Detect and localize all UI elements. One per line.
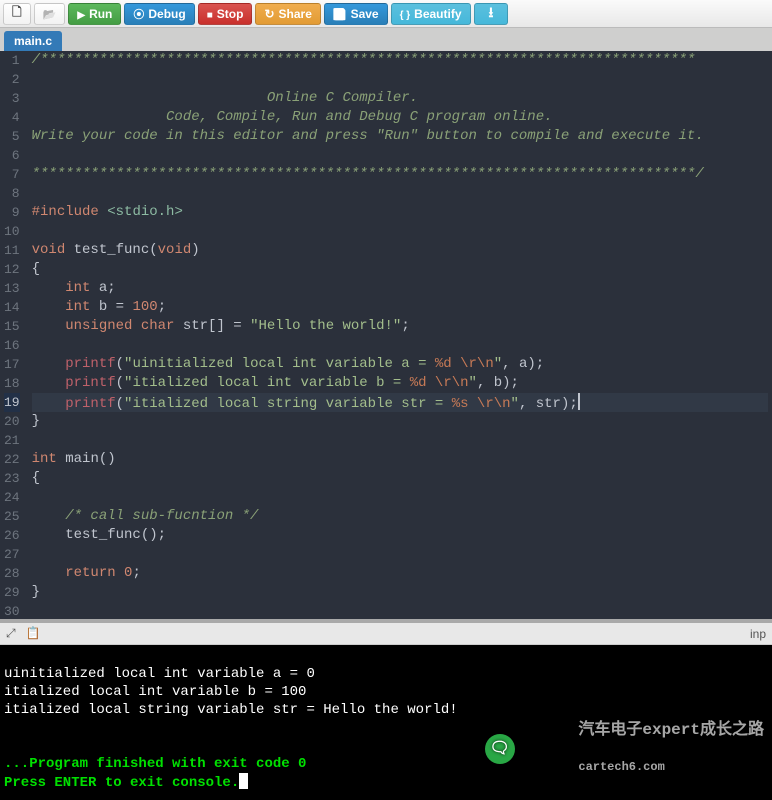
- terminal-right-label: inp: [750, 627, 766, 641]
- terminal-output[interactable]: uinitialized local int variable a = 0 it…: [0, 645, 772, 800]
- braces-icon: [400, 7, 411, 21]
- debug-icon: [133, 6, 144, 22]
- stop-button[interactable]: Stop: [198, 3, 253, 25]
- term-prompt-line: Press ENTER to exit console.: [4, 775, 239, 791]
- code-line[interactable]: [32, 602, 768, 619]
- code-line[interactable]: [32, 70, 768, 89]
- tab-main-c[interactable]: main.c: [4, 31, 62, 51]
- code-line[interactable]: unsigned char str[] = "Hello the world!"…: [32, 317, 768, 336]
- code-line[interactable]: int main(): [32, 450, 768, 469]
- open-file-button[interactable]: [34, 3, 66, 25]
- beautify-label: Beautify: [414, 7, 461, 21]
- open-folder-icon: [43, 7, 57, 21]
- code-line[interactable]: [32, 336, 768, 355]
- code-line[interactable]: /* call sub-fucntion */: [32, 507, 768, 526]
- code-line[interactable]: void test_func(void): [32, 241, 768, 260]
- terminal-cursor: [239, 773, 248, 789]
- main-toolbar: Run Debug Stop Share Save Beautify: [0, 0, 772, 28]
- term-exit-line: ...Program finished with exit code 0: [4, 756, 306, 772]
- tab-bar: main.c: [0, 28, 772, 51]
- code-line[interactable]: return 0;: [32, 564, 768, 583]
- term-line: itialized local int variable b = 100: [4, 684, 315, 700]
- code-line[interactable]: int a;: [32, 279, 768, 298]
- code-line[interactable]: {: [32, 469, 768, 488]
- code-line[interactable]: }: [32, 583, 768, 602]
- code-line[interactable]: }: [32, 412, 768, 431]
- code-line[interactable]: test_func();: [32, 526, 768, 545]
- code-line[interactable]: [32, 431, 768, 450]
- stop-icon: [207, 7, 213, 21]
- code-line[interactable]: Code, Compile, Run and Debug C program o…: [32, 108, 768, 127]
- line-gutter: 1234567891011121314151617181920212223242…: [0, 51, 28, 619]
- term-line: itialized local string variable str = He…: [4, 702, 466, 718]
- stop-label: Stop: [217, 7, 244, 21]
- code-area[interactable]: /***************************************…: [28, 51, 772, 619]
- code-line[interactable]: [32, 222, 768, 241]
- download-button[interactable]: [474, 3, 509, 25]
- term-line: uinitialized local int variable a = 0: [4, 666, 323, 682]
- watermark-text-1: 汽车电子expert成长之路: [578, 721, 764, 739]
- code-line[interactable]: printf("itialized local int variable b =…: [32, 374, 768, 393]
- terminal-toolbar: ⤢ 📋 inp: [0, 623, 772, 645]
- download-icon: [489, 2, 494, 26]
- code-line[interactable]: #include <stdio.h>: [32, 203, 768, 222]
- code-line[interactable]: Write your code in this editor and press…: [32, 127, 768, 146]
- debug-button[interactable]: Debug: [124, 3, 194, 25]
- save-icon: [333, 7, 347, 21]
- watermark-text-2: cartech6.com: [578, 760, 664, 774]
- code-editor[interactable]: 1234567891011121314151617181920212223242…: [0, 51, 772, 619]
- code-line[interactable]: [32, 184, 768, 203]
- share-label: Share: [279, 7, 312, 21]
- code-line[interactable]: /***************************************…: [32, 51, 768, 70]
- code-line[interactable]: printf("itialized local string variable …: [32, 393, 768, 412]
- debug-label: Debug: [148, 7, 185, 21]
- save-label: Save: [351, 7, 379, 21]
- new-file-button[interactable]: [3, 3, 31, 25]
- code-line[interactable]: {: [32, 260, 768, 279]
- run-button[interactable]: Run: [68, 3, 121, 25]
- wechat-icon: 🗨: [485, 734, 515, 764]
- copy-output-icon[interactable]: 📋: [26, 626, 41, 641]
- code-line[interactable]: [32, 146, 768, 165]
- play-icon: [77, 7, 85, 21]
- code-line[interactable]: printf("uinitialized local int variable …: [32, 355, 768, 374]
- expand-terminal-icon[interactable]: ⤢: [6, 626, 16, 641]
- new-file-icon: [12, 3, 22, 24]
- save-button[interactable]: Save: [324, 3, 388, 25]
- beautify-button[interactable]: Beautify: [391, 3, 471, 25]
- code-line[interactable]: ****************************************…: [32, 165, 768, 184]
- share-icon: [264, 7, 274, 21]
- watermark: 🗨 汽车电子expert成长之路 cartech6.com: [485, 703, 764, 794]
- code-line[interactable]: Online C Compiler.: [32, 89, 768, 108]
- share-button[interactable]: Share: [255, 3, 320, 25]
- run-label: Run: [89, 7, 112, 21]
- code-line[interactable]: [32, 545, 768, 564]
- code-line[interactable]: [32, 488, 768, 507]
- code-line[interactable]: int b = 100;: [32, 298, 768, 317]
